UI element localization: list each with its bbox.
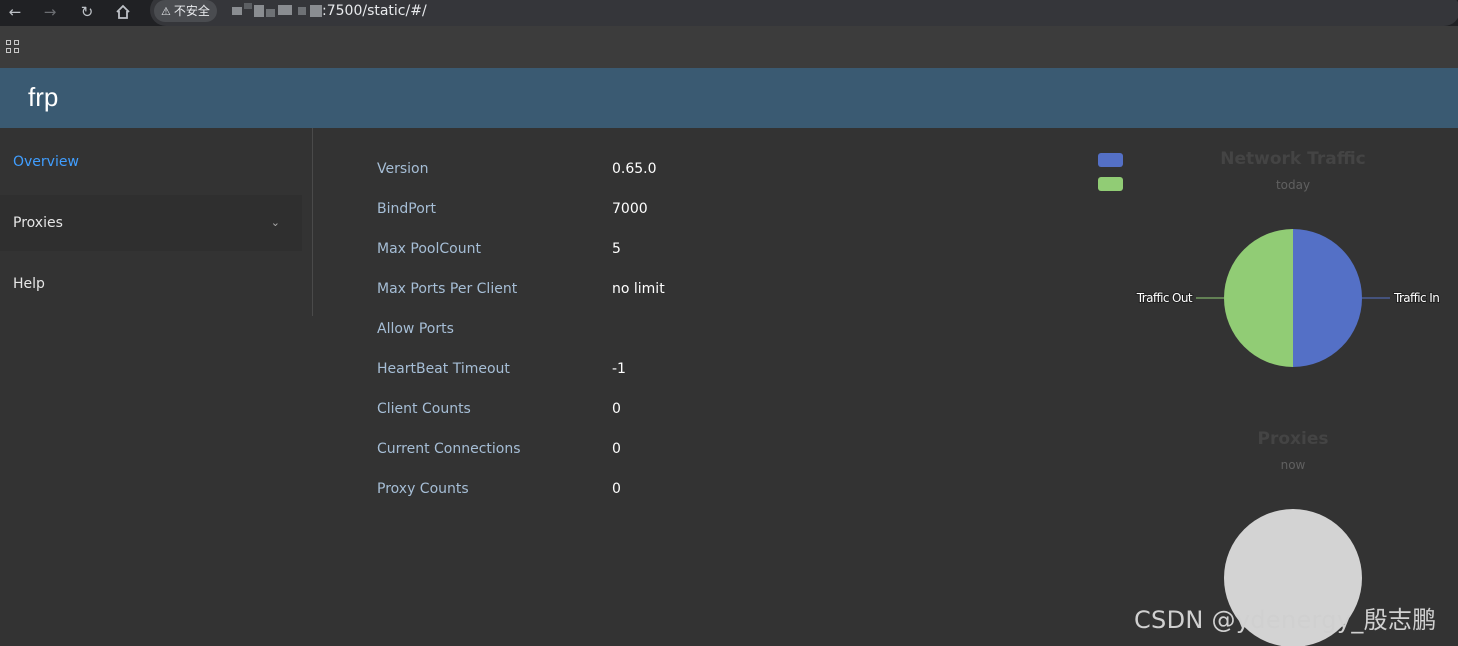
watermark: CSDN @ydenergy_殷志鹏 [1134, 606, 1437, 634]
security-label: 不安全 [173, 4, 210, 18]
info-label-allow-ports: Allow Ports [377, 321, 454, 337]
app-title: frp [28, 82, 59, 112]
sidebar-item-overview[interactable]: Overview [0, 134, 302, 190]
info-value-heartbeat-timeout: -1 [612, 361, 626, 377]
info-label-client-counts: Client Counts [377, 401, 471, 417]
apps-grid-icon[interactable] [6, 40, 20, 54]
home-icon[interactable] [112, 1, 134, 23]
info-value-max-ports-per-client: no limit [612, 281, 665, 297]
legend-swatch-traffic-in[interactable] [1098, 153, 1123, 167]
pie-slice-traffic-in[interactable] [1293, 229, 1362, 367]
legend-swatch-traffic-out[interactable] [1098, 177, 1123, 191]
reload-icon[interactable]: ↻ [76, 1, 98, 23]
info-label-bindport: BindPort [377, 201, 437, 217]
security-indicator[interactable]: ⚠ 不安全 [154, 0, 217, 22]
url-text[interactable]: :7500/static/#/ [322, 1, 427, 21]
app-header [0, 68, 1458, 128]
bookmarks-bar [0, 26, 1458, 68]
info-label-current-connections: Current Connections [377, 441, 521, 457]
info-value-max-poolcount: 5 [612, 241, 621, 257]
chevron-down-icon: ⌄ [270, 216, 280, 229]
pie-label-traffic-in: Traffic In [1393, 291, 1439, 305]
url-host-redacted [232, 3, 322, 19]
info-value-version: 0.65.0 [612, 161, 657, 177]
traffic-chart-subtitle: today [1275, 178, 1311, 192]
traffic-chart-title: Network Traffic [1220, 149, 1366, 169]
sidebar-item-help[interactable]: Help [0, 256, 302, 312]
sidebar-item-proxies[interactable]: Proxies ⌄ [0, 195, 302, 251]
warning-icon: ⚠ [161, 5, 171, 18]
sidebar-item-label: Proxies [13, 215, 63, 231]
back-arrow-icon[interactable]: ← [4, 1, 26, 23]
traffic-pie-chart: Traffic In Traffic Out [1135, 229, 1441, 367]
info-label-max-poolcount: Max PoolCount [377, 241, 481, 257]
info-label-proxy-counts: Proxy Counts [377, 481, 469, 497]
info-label-heartbeat-timeout: HeartBeat Timeout [377, 361, 510, 377]
info-value-current-connections: 0 [612, 441, 621, 457]
info-label-version: Version [377, 161, 429, 177]
info-label-max-ports-per-client: Max Ports Per Client [377, 281, 518, 297]
pie-slice-traffic-out[interactable] [1224, 229, 1293, 367]
forward-arrow-icon[interactable]: → [39, 1, 61, 23]
pie-label-traffic-out: Traffic Out [1136, 291, 1193, 305]
info-value-bindport: 7000 [612, 201, 648, 217]
proxies-chart-subtitle: now [1280, 458, 1306, 472]
info-value-proxy-counts: 0 [612, 481, 621, 497]
proxies-chart-title: Proxies [1257, 429, 1329, 449]
info-value-client-counts: 0 [612, 401, 621, 417]
